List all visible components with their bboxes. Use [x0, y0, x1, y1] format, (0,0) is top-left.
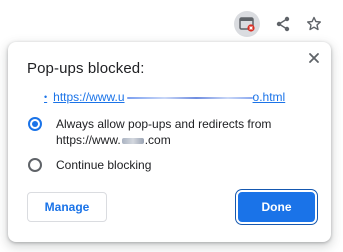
redacted-text	[121, 137, 144, 144]
continue-blocking-label: Continue blocking	[56, 158, 152, 172]
always-allow-label: Always allow pop-ups and redirects from …	[56, 117, 272, 147]
bullet-icon: •	[44, 92, 48, 102]
popup-blocked-button[interactable]	[234, 11, 260, 37]
blocked-url-suffix: o.html	[252, 90, 286, 104]
popup-blocked-icon	[239, 17, 255, 32]
share-icon	[276, 16, 290, 32]
blocked-popup-link[interactable]: • https://www.u o.html	[44, 90, 285, 104]
option-always-allow[interactable]: Always allow pop-ups and redirects from …	[28, 116, 271, 148]
dialog-title: Pop-ups blocked:	[27, 60, 145, 77]
done-button[interactable]: Done	[238, 192, 315, 222]
share-button[interactable]	[270, 11, 296, 37]
blocked-url-prefix: https://www.u	[53, 90, 125, 104]
close-button[interactable]	[305, 49, 323, 67]
always-allow-radio[interactable]	[28, 117, 42, 131]
bookmark-star-icon	[307, 16, 321, 31]
close-icon	[309, 53, 319, 63]
bookmark-button[interactable]	[301, 11, 327, 37]
option-continue-blocking[interactable]: Continue blocking	[28, 157, 151, 173]
browser-toolbar	[0, 0, 343, 48]
redacted-text	[126, 96, 253, 99]
continue-blocking-radio[interactable]	[28, 158, 42, 172]
manage-button[interactable]: Manage	[27, 192, 107, 222]
popup-blocked-dialog: Pop-ups blocked: • https://www.u o.html Al…	[8, 42, 331, 242]
